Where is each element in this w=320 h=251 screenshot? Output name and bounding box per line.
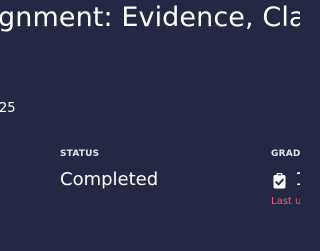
grade-value: 1 bbox=[295, 168, 300, 192]
clipboard-check-icon bbox=[273, 173, 286, 189]
assignment-header-panel: gnment: Evidence, Claim 25 STATUS Comple… bbox=[0, 0, 300, 251]
last-updated-text: Last up bbox=[271, 196, 300, 207]
status-label: STATUS bbox=[60, 149, 100, 159]
due-date-text: 25 bbox=[0, 101, 16, 116]
grade-label: GRADE bbox=[271, 149, 300, 159]
page-title: gnment: Evidence, Claim bbox=[0, 2, 300, 33]
status-value: Completed bbox=[60, 169, 159, 190]
